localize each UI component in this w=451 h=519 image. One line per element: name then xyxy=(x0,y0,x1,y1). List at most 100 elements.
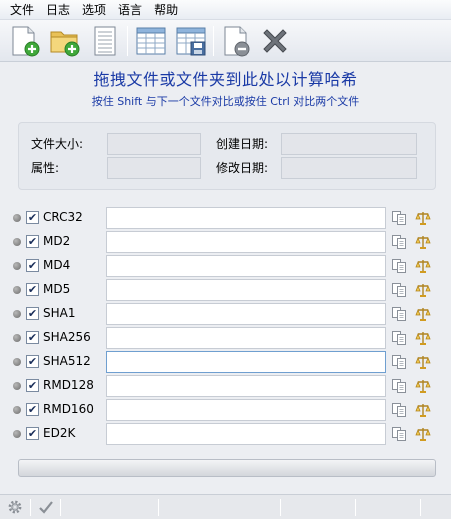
table-save-icon xyxy=(176,27,206,56)
hash-value-field[interactable] xyxy=(106,303,386,325)
hash-checkbox[interactable]: ✔ xyxy=(26,331,39,344)
status-separator xyxy=(280,499,281,516)
status-separator xyxy=(158,499,159,516)
hash-algorithm-label: SHA256 xyxy=(43,330,91,344)
hash-checkbox[interactable]: ✔ xyxy=(26,355,39,368)
drop-hint-subtitle: 按住 Shift 与下一个文件对比或按住 Ctrl 对比两个文件 xyxy=(91,95,360,108)
compare-hash-button[interactable] xyxy=(415,330,431,346)
hash-value-field[interactable] xyxy=(106,399,386,421)
copy-hash-button[interactable] xyxy=(391,402,407,418)
created-date-label: 创建日期: xyxy=(216,137,269,151)
scale-icon xyxy=(415,284,431,297)
hash-value-field[interactable] xyxy=(106,351,386,373)
hash-algorithm-label: CRC32 xyxy=(43,210,83,224)
hash-row-rmd160: ✔ RMD160 xyxy=(0,399,451,421)
copy-hash-button[interactable] xyxy=(391,210,407,226)
hash-row-md5: ✔ MD5 xyxy=(0,279,451,301)
hash-checkbox[interactable]: ✔ xyxy=(26,307,39,320)
hash-algorithm-label: MD5 xyxy=(43,282,71,296)
copy-hash-button[interactable] xyxy=(391,258,407,274)
hash-checkbox[interactable]: ✔ xyxy=(26,379,39,392)
status-dot-icon xyxy=(13,358,21,366)
status-dot-icon xyxy=(13,310,21,318)
menu-log[interactable]: 日志 xyxy=(40,0,76,20)
copy-hash-button[interactable] xyxy=(391,282,407,298)
copy-icon xyxy=(392,355,406,369)
hash-checkbox[interactable]: ✔ xyxy=(26,235,39,248)
compare-hash-button[interactable] xyxy=(415,210,431,226)
menu-help[interactable]: 帮助 xyxy=(148,0,184,20)
copy-hash-button[interactable] xyxy=(391,378,407,394)
copy-icon xyxy=(392,307,406,321)
status-dot-icon xyxy=(13,286,21,294)
attributes-field xyxy=(107,157,201,179)
compare-hash-button[interactable] xyxy=(415,402,431,418)
hash-algorithm-label: SHA512 xyxy=(43,354,91,368)
compare-hash-button[interactable] xyxy=(415,378,431,394)
hash-checkbox[interactable]: ✔ xyxy=(26,283,39,296)
clear-button[interactable] xyxy=(258,24,292,58)
hash-algorithm-label: RMD160 xyxy=(43,402,94,416)
status-dot-icon xyxy=(13,334,21,342)
file-size-label: 文件大小: xyxy=(31,137,84,151)
attributes-label: 属性: xyxy=(31,161,60,175)
copy-icon xyxy=(392,211,406,225)
status-dot-icon xyxy=(13,238,21,246)
hash-row-md2: ✔ MD2 xyxy=(0,231,451,253)
hash-value-field[interactable] xyxy=(106,375,386,397)
hash-checkbox[interactable]: ✔ xyxy=(26,427,39,440)
settings-status-button[interactable] xyxy=(7,499,23,515)
compare-hash-button[interactable] xyxy=(415,258,431,274)
copy-hash-button[interactable] xyxy=(391,234,407,250)
hash-checkbox[interactable]: ✔ xyxy=(26,211,39,224)
scale-icon xyxy=(415,332,431,345)
copy-icon xyxy=(392,235,406,249)
copy-hash-button[interactable] xyxy=(391,426,407,442)
hash-row-sha512: ✔ SHA512 xyxy=(0,351,451,373)
drop-hint-title: 拖拽文件或文件夹到此处以计算哈希 xyxy=(93,70,358,89)
menu-language[interactable]: 语言 xyxy=(112,0,148,20)
open-folder-icon xyxy=(50,31,80,57)
table-save-button[interactable] xyxy=(174,24,208,58)
menu-bar: 文件 日志 选项 语言 帮助 xyxy=(0,0,451,20)
verify-status-button[interactable] xyxy=(38,499,54,515)
gear-icon xyxy=(8,500,22,514)
compare-hash-button[interactable] xyxy=(415,354,431,370)
hash-algorithm-label: SHA1 xyxy=(43,306,76,320)
hash-value-field[interactable] xyxy=(106,255,386,277)
status-separator xyxy=(420,499,421,516)
close-icon xyxy=(263,29,287,53)
copy-hash-button[interactable] xyxy=(391,354,407,370)
compare-hash-button[interactable] xyxy=(415,282,431,298)
hash-algorithm-label: ED2K xyxy=(43,426,76,440)
compare-hash-button[interactable] xyxy=(415,426,431,442)
hash-row-sha256: ✔ SHA256 xyxy=(0,327,451,349)
copy-icon xyxy=(392,427,406,441)
hash-algorithm-label: MD4 xyxy=(43,258,71,272)
created-date-field xyxy=(281,133,417,155)
scale-icon xyxy=(415,380,431,393)
menu-file[interactable]: 文件 xyxy=(4,0,40,20)
document-button[interactable] xyxy=(88,24,122,58)
hash-value-field[interactable] xyxy=(106,423,386,445)
new-file-icon xyxy=(12,26,40,57)
hash-value-field[interactable] xyxy=(106,279,386,301)
compare-hash-button[interactable] xyxy=(415,306,431,322)
hash-value-field[interactable] xyxy=(106,231,386,253)
new-file-button[interactable] xyxy=(8,24,42,58)
remove-doc-button[interactable] xyxy=(220,24,254,58)
copy-hash-button[interactable] xyxy=(391,330,407,346)
compare-hash-button[interactable] xyxy=(415,234,431,250)
status-dot-icon xyxy=(13,406,21,414)
hash-checkbox[interactable]: ✔ xyxy=(26,259,39,272)
hash-value-field[interactable] xyxy=(106,327,386,349)
hash-checkbox[interactable]: ✔ xyxy=(26,403,39,416)
hash-value-field[interactable] xyxy=(106,207,386,229)
checkmark-icon xyxy=(39,501,53,514)
table-icon xyxy=(136,27,166,55)
menu-options[interactable]: 选项 xyxy=(76,0,112,20)
table-button[interactable] xyxy=(134,24,168,58)
copy-hash-button[interactable] xyxy=(391,306,407,322)
modified-date-field xyxy=(281,157,417,179)
open-folder-button[interactable] xyxy=(48,24,82,58)
